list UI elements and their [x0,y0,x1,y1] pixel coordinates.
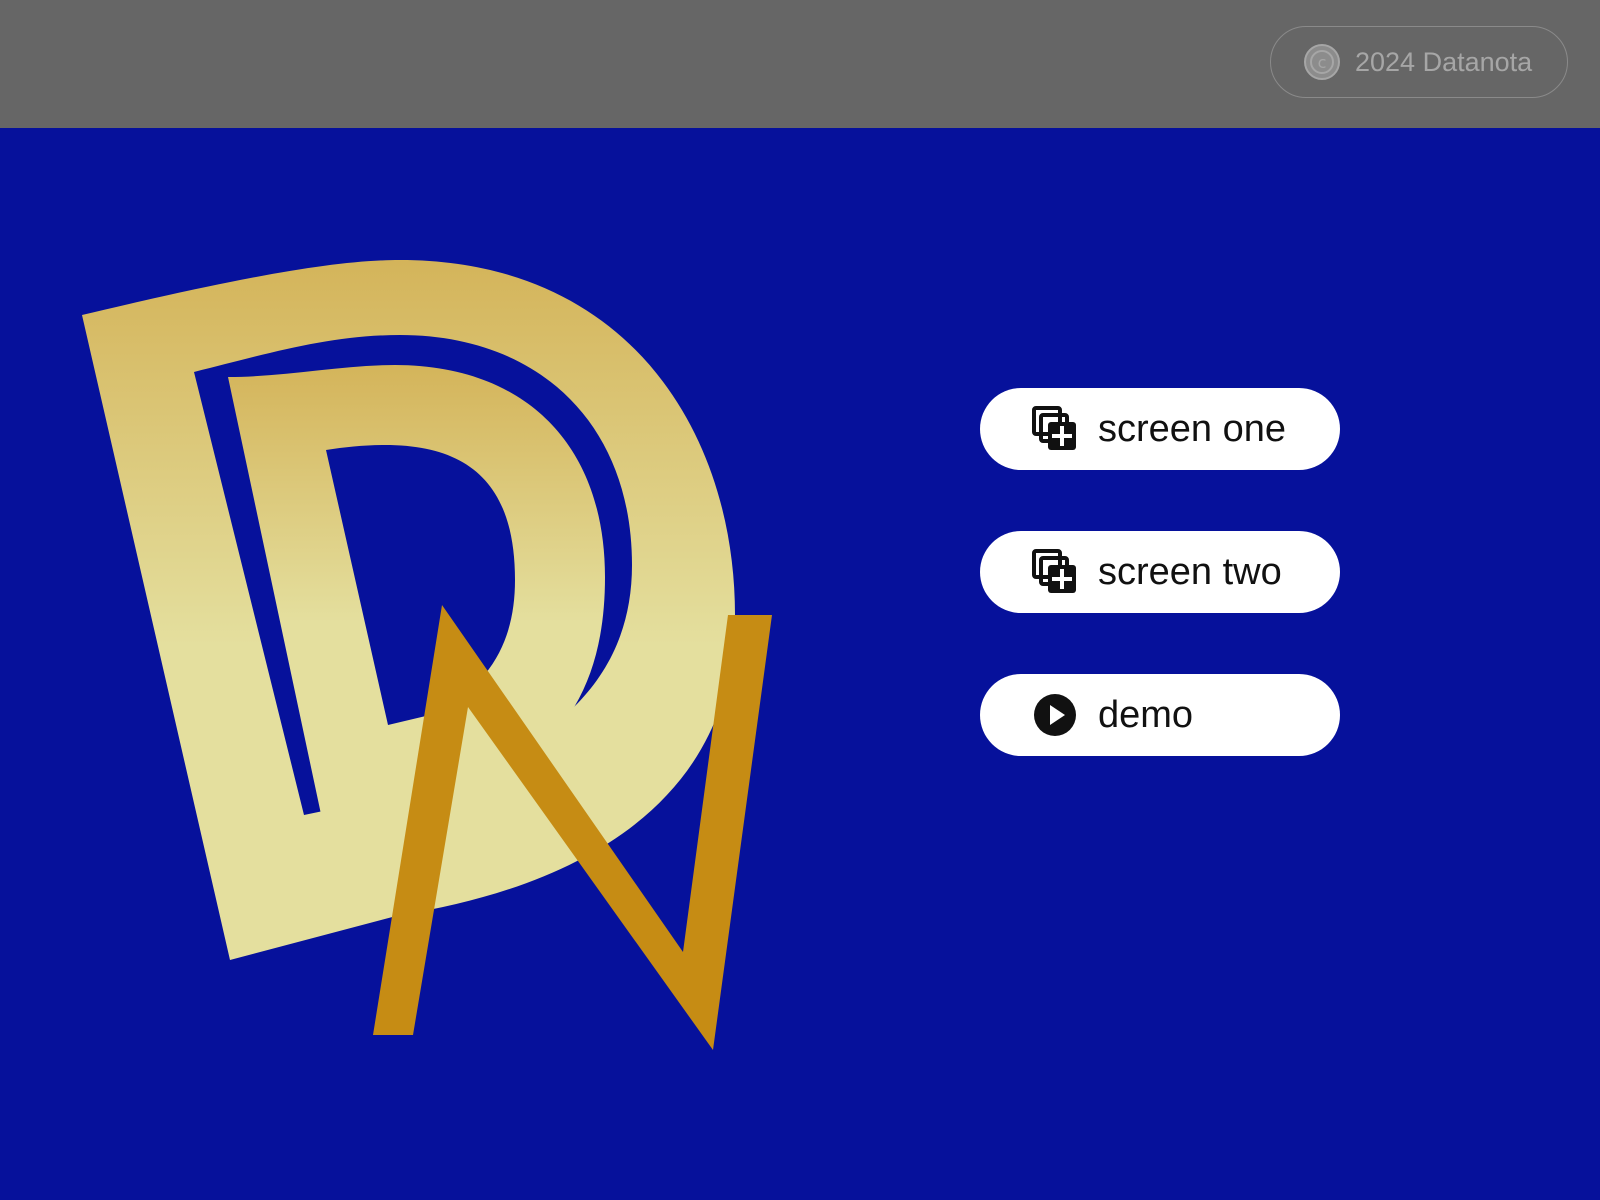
copyright-icon: c [1303,43,1341,81]
add-to-library-icon [1032,406,1078,452]
screen-one-button[interactable]: screen one [980,388,1340,470]
add-to-library-icon [1032,549,1078,595]
top-bar: c 2024 Datanota [0,0,1600,128]
screen-two-label: screen two [1098,550,1282,593]
screen-one-label: screen one [1098,407,1287,450]
app-root: c 2024 Datanota screen one screen two de… [0,0,1600,1200]
screen-two-button[interactable]: screen two [980,531,1340,613]
play-circle-icon [1032,692,1078,738]
copyright-text: 2024 Datanota [1355,46,1533,77]
datanota-logo [82,260,772,1050]
demo-label: demo [1098,693,1194,736]
copyright-badge: c 2024 Datanota [1270,26,1568,98]
svg-text:c: c [1318,53,1327,72]
demo-button[interactable]: demo [980,674,1340,756]
